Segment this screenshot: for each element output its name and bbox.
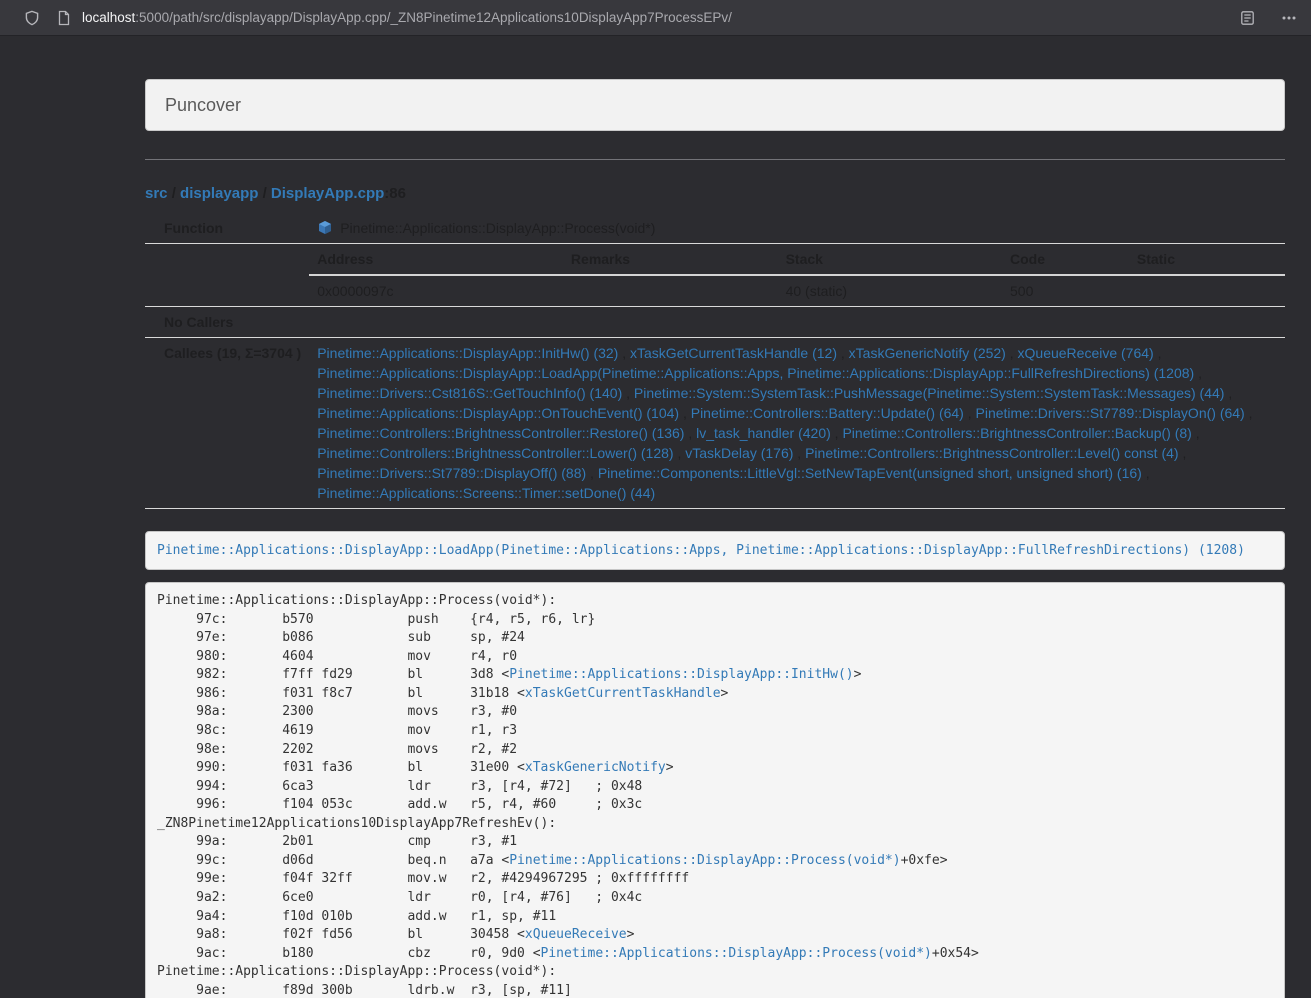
- column-header-static: Static: [1129, 244, 1285, 275]
- callee-separator: ,: [622, 385, 634, 401]
- callee-separator: ,: [679, 405, 691, 421]
- callee-separator: ,: [586, 465, 598, 481]
- column-header-code: Code: [1002, 244, 1129, 275]
- callee-separator: ,: [831, 425, 843, 441]
- callee-separator: ,: [1192, 425, 1200, 441]
- callees-row: Callees (19, Σ=3704 ) Pinetime::Applicat…: [145, 338, 1285, 509]
- app-brand[interactable]: Puncover: [165, 95, 241, 116]
- symbol-table-header-row: AddressRemarksStackCodeStatic: [309, 244, 1285, 275]
- callee-separator: ,: [793, 445, 805, 461]
- callee-link[interactable]: xTaskGenericNotify (252): [849, 345, 1006, 361]
- section-divider: [145, 159, 1285, 160]
- url-path: :5000/path/src/displayapp/DisplayApp.cpp…: [135, 10, 732, 25]
- callee-link[interactable]: Pinetime::Controllers::BrightnessControl…: [317, 445, 673, 461]
- callee-link[interactable]: Pinetime::Components::LittleVgl::SetNewT…: [598, 465, 1142, 481]
- callee-link[interactable]: Pinetime::Applications::DisplayApp::OnTo…: [317, 405, 679, 421]
- callee-separator: ,: [618, 345, 630, 361]
- callee-link[interactable]: Pinetime::Drivers::St7789::DisplayOn() (…: [976, 405, 1245, 421]
- callee-link[interactable]: Pinetime::Controllers::BrightnessControl…: [842, 425, 1191, 441]
- browser-toolbar: localhost:5000/path/src/displayapp/Displ…: [0, 0, 1311, 36]
- callee-separator: ,: [1194, 365, 1202, 381]
- callee-link[interactable]: Pinetime::Applications::DisplayApp::Load…: [317, 365, 1194, 381]
- callee-separator: ,: [1224, 385, 1232, 401]
- function-label: Function: [145, 213, 309, 244]
- breadcrumb-link-displayapp[interactable]: displayapp: [180, 185, 258, 202]
- column-header-remarks: Remarks: [563, 244, 778, 275]
- code-symbol-link[interactable]: xQueueReceive: [525, 927, 627, 942]
- code-symbol-link[interactable]: xTaskGenericNotify: [525, 760, 666, 775]
- value-remarks: [563, 275, 778, 306]
- callee-link[interactable]: xTaskGetCurrentTaskHandle (12): [630, 345, 837, 361]
- tracking-protection-shield-icon[interactable]: [24, 10, 40, 26]
- breadcrumb: src / displayapp / DisplayApp.cpp:86: [145, 184, 1285, 203]
- callee-separator: ,: [1245, 405, 1253, 421]
- callee-separator: ,: [837, 345, 849, 361]
- highlighted-symbol-box: Pinetime::Applications::DisplayApp::Load…: [145, 531, 1285, 570]
- callees-label: Callees (19, Σ=3704 ): [145, 338, 309, 509]
- callee-link[interactable]: Pinetime::Controllers::BrightnessControl…: [805, 445, 1178, 461]
- function-name: Pinetime::Applications::DisplayApp::Proc…: [340, 218, 655, 238]
- callee-link[interactable]: vTaskDelay (176): [685, 445, 793, 461]
- callee-link[interactable]: Pinetime::Controllers::Battery::Update()…: [691, 405, 964, 421]
- function-type-icon: [317, 220, 333, 236]
- symbol-table-value-row: 0x0000097c 40 (static)500: [309, 275, 1285, 306]
- callee-separator: ,: [1142, 465, 1150, 481]
- no-callers-label: No Callers: [145, 307, 309, 338]
- details-row: AddressRemarksStackCodeStatic 0x0000097c…: [145, 244, 1285, 307]
- details-row-spacer: [145, 244, 309, 307]
- highlighted-symbol-link[interactable]: Pinetime::Applications::DisplayApp::Load…: [157, 543, 1245, 558]
- callee-link[interactable]: xQueueReceive (764): [1018, 345, 1154, 361]
- callee-separator: ,: [684, 425, 696, 441]
- callee-link[interactable]: Pinetime::Drivers::Cst816S::GetTouchInfo…: [317, 385, 622, 401]
- callee-separator: ,: [1006, 345, 1018, 361]
- callee-separator: ,: [674, 445, 686, 461]
- callee-link[interactable]: lv_task_handler (420): [696, 425, 831, 441]
- code-symbol-link[interactable]: Pinetime::Applications::DisplayApp::Proc…: [509, 853, 900, 868]
- page-info-icon[interactable]: [57, 10, 71, 26]
- breadcrumb-separator: /: [258, 185, 271, 202]
- callee-separator: ,: [1179, 445, 1187, 461]
- code-symbol-link[interactable]: Pinetime::Applications::DisplayApp::Init…: [509, 667, 853, 682]
- callee-link[interactable]: Pinetime::Drivers::St7789::DisplayOff() …: [317, 465, 586, 481]
- callees-list: Pinetime::Applications::DisplayApp::Init…: [317, 343, 1277, 503]
- breadcrumb-separator: /: [168, 185, 181, 202]
- url-bar[interactable]: localhost:5000/path/src/displayapp/Displ…: [82, 10, 1228, 25]
- no-callers-empty-cell: [309, 307, 1285, 338]
- callee-separator: ,: [1154, 345, 1162, 361]
- breadcrumb-link-src[interactable]: src: [145, 185, 168, 202]
- no-callers-row: No Callers: [145, 307, 1285, 338]
- disassembly-pre: Pinetime::Applications::DisplayApp::Proc…: [145, 582, 1285, 998]
- callee-link[interactable]: Pinetime::System::SystemTask::PushMessag…: [634, 385, 1225, 401]
- value-address: 0x0000097c: [309, 275, 563, 306]
- page-content: Puncover src / displayapp / DisplayApp.c…: [145, 79, 1285, 998]
- overflow-menu-icon[interactable]: [1281, 10, 1297, 26]
- code-symbol-link[interactable]: xTaskGetCurrentTaskHandle: [525, 686, 721, 701]
- callee-link[interactable]: Pinetime::Applications::Screens::Timer::…: [317, 485, 655, 501]
- symbol-details-table: AddressRemarksStackCodeStatic 0x0000097c…: [309, 244, 1285, 306]
- callee-link[interactable]: Pinetime::Applications::DisplayApp::Init…: [317, 345, 618, 361]
- value-code: 500: [1002, 275, 1129, 306]
- callee-link[interactable]: Pinetime::Controllers::BrightnessControl…: [317, 425, 684, 441]
- code-symbol-link[interactable]: Pinetime::Applications::DisplayApp::Proc…: [541, 946, 932, 961]
- breadcrumb-link-DisplayApp.cpp[interactable]: DisplayApp.cpp: [271, 185, 384, 202]
- symbol-table: Function Pinetime::Applications::Display…: [145, 213, 1285, 509]
- breadcrumb-line-number: :86: [384, 185, 406, 202]
- value-stack: 40 (static): [778, 275, 1002, 306]
- app-navbar: Puncover: [145, 79, 1285, 131]
- function-row: Function Pinetime::Applications::Display…: [145, 213, 1285, 244]
- column-header-address: Address: [309, 244, 563, 275]
- column-header-stack: Stack: [778, 244, 1002, 275]
- reader-view-icon[interactable]: [1240, 10, 1255, 26]
- value-static: [1129, 275, 1285, 306]
- url-host: localhost: [82, 10, 135, 25]
- callee-separator: ,: [964, 405, 976, 421]
